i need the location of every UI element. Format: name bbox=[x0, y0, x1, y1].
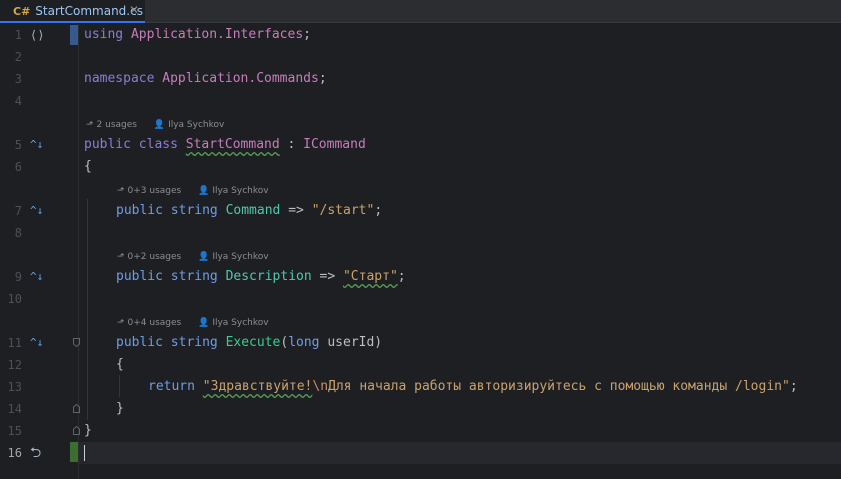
line-number: 5 bbox=[14, 138, 22, 152]
code-line: 12 { bbox=[0, 354, 841, 376]
author-icon: 👤 bbox=[198, 252, 210, 262]
csharp-file-icon: C# bbox=[13, 4, 31, 18]
implements-gutter-icon[interactable]: ^↓ bbox=[30, 200, 43, 222]
tab-filename: StartCommand.cs bbox=[35, 4, 143, 18]
code-line: 9 ^↓ public string Description => "Старт… bbox=[0, 266, 841, 288]
fold-end-icon[interactable] bbox=[73, 404, 80, 413]
line-number: 11 bbox=[7, 336, 22, 350]
fold-icon[interactable] bbox=[73, 338, 80, 347]
line-number: 12 bbox=[7, 358, 22, 372]
code-line: 10 bbox=[0, 288, 841, 310]
code-vision-hint[interactable]: ⬏ 0+2 usages 👤 Ilya Sychkov bbox=[117, 250, 269, 264]
code-line: 4 bbox=[0, 90, 841, 112]
line-number: 14 bbox=[7, 402, 22, 416]
close-tab-icon[interactable]: ✕ bbox=[129, 3, 139, 17]
line-number: 1 bbox=[14, 28, 22, 42]
code-line: 11 ^↓ public string Execute(long userId) bbox=[0, 332, 841, 354]
text-caret bbox=[84, 445, 85, 461]
code-text: { bbox=[84, 159, 92, 174]
line-number: 9 bbox=[14, 270, 22, 284]
implements-gutter-icon[interactable]: ^↓ bbox=[30, 332, 43, 354]
usages-icon: ⬏ bbox=[117, 186, 125, 196]
code-text: using Application.Interfaces; bbox=[84, 27, 311, 42]
code-text: } bbox=[116, 401, 124, 416]
code-text: { bbox=[116, 357, 124, 372]
code-line: 7 ^↓ public string Command => "/start"; bbox=[0, 200, 841, 222]
code-text: namespace Application.Commands; bbox=[84, 71, 327, 86]
code-line: 16 ⮌ bbox=[0, 442, 841, 464]
implements-gutter-icon[interactable]: ^↓ bbox=[30, 266, 43, 288]
code-vision-hint[interactable]: ⬏ 0+4 usages 👤 Ilya Sychkov bbox=[117, 316, 269, 330]
code-text: public string Execute(long userId) bbox=[116, 335, 383, 350]
implements-gutter-icon[interactable]: ^↓ bbox=[30, 134, 43, 156]
editor-tab-bar: C# StartCommand.cs ✕ bbox=[0, 0, 841, 23]
code-line: 14 } bbox=[0, 398, 841, 420]
usages-icon: ⬏ bbox=[117, 318, 125, 328]
code-text: public string Description => "Старт"; bbox=[116, 269, 406, 284]
line-number: 13 bbox=[7, 380, 22, 394]
code-editor[interactable]: 1 ⟨⟩ using Application.Interfaces; 2 3 n… bbox=[0, 23, 841, 479]
code-text: public string Command => "/start"; bbox=[116, 203, 383, 218]
return-icon[interactable]: ⮌ bbox=[30, 442, 41, 464]
usages-icon: ⬏ bbox=[86, 120, 94, 130]
code-line: 5 ^↓ public class StartCommand : IComman… bbox=[0, 134, 841, 156]
code-text: } bbox=[84, 423, 92, 438]
line-number: 15 bbox=[7, 424, 22, 438]
line-number: 16 bbox=[7, 446, 22, 460]
code-vision-hint[interactable]: ⬏ 2 usages 👤 Ilya Sychkov bbox=[86, 118, 224, 132]
line-number: 4 bbox=[14, 94, 22, 108]
code-line: 3 namespace Application.Commands; bbox=[0, 68, 841, 90]
author-icon: 👤 bbox=[198, 318, 210, 328]
code-line: 1 ⟨⟩ using Application.Interfaces; bbox=[0, 24, 841, 46]
line-number: 2 bbox=[14, 50, 22, 64]
author-icon: 👤 bbox=[198, 186, 210, 196]
code-text: public class StartCommand : ICommand bbox=[84, 137, 366, 152]
code-line: 8 bbox=[0, 222, 841, 244]
code-line: 13 return "Здравствуйте!\nДля начала раб… bbox=[0, 376, 841, 398]
line-number: 8 bbox=[14, 226, 22, 240]
structure-icon[interactable]: ⟨⟩ bbox=[30, 24, 44, 46]
code-text: return "Здравствуйте!\nДля начала работы… bbox=[148, 379, 798, 394]
usages-icon: ⬏ bbox=[117, 252, 125, 262]
author-icon: 👤 bbox=[153, 120, 166, 130]
line-number: 3 bbox=[14, 72, 22, 86]
line-number: 7 bbox=[14, 204, 22, 218]
line-number: 10 bbox=[7, 292, 22, 306]
line-number: 6 bbox=[14, 160, 22, 174]
code-vision-hint[interactable]: ⬏ 0+3 usages 👤 Ilya Sychkov bbox=[117, 184, 269, 198]
fold-end-icon[interactable] bbox=[73, 426, 80, 435]
code-line: 15 } bbox=[0, 420, 841, 442]
code-line: 6 { bbox=[0, 156, 841, 178]
tab-startcommand[interactable]: C# StartCommand.cs ✕ bbox=[0, 0, 145, 23]
code-line: 2 bbox=[0, 46, 841, 68]
